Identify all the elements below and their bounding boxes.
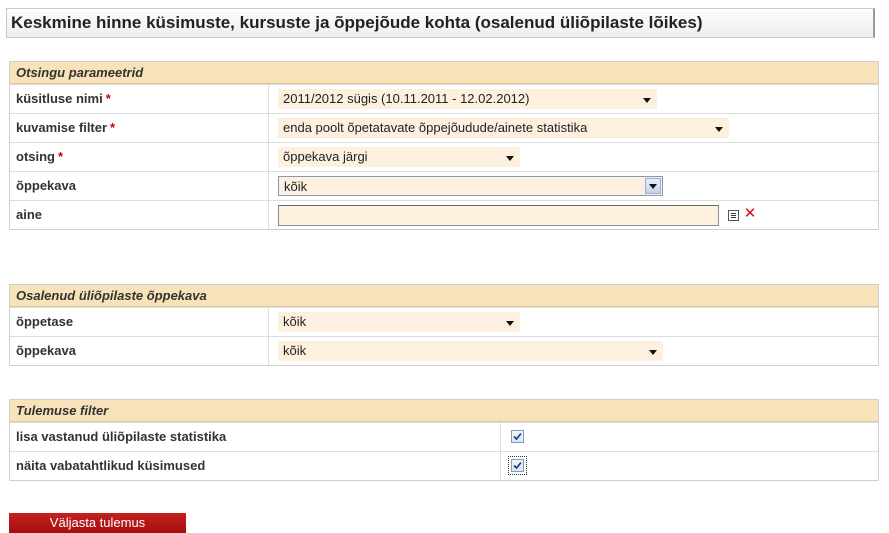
curriculum-value: kõik <box>284 179 308 194</box>
curriculum-row: õppekava kõik <box>10 171 878 200</box>
submit-button[interactable]: Väljasta tulemus <box>9 513 186 533</box>
display-filter-row: kuvamise filter * enda poolt õpetatavate … <box>10 113 878 142</box>
survey-name-value: 2011/2012 sügis (10.11.2011 - 12.02.2012… <box>283 91 530 106</box>
chevron-down-icon <box>649 350 657 355</box>
search-row: otsing * õppekava järgi <box>10 142 878 171</box>
student-curriculum-value: kõik <box>283 343 307 358</box>
dropdown-button[interactable] <box>645 178 661 194</box>
chevron-down-icon <box>649 184 657 189</box>
required-mark: * <box>105 91 111 106</box>
curriculum-label: õppekava <box>10 172 269 200</box>
required-mark: * <box>58 149 64 164</box>
study-level-row: õppetase kõik <box>10 307 878 336</box>
search-params-section: Otsingu parameetrid küsitluse nimi * 2011… <box>9 61 879 230</box>
chevron-down-icon <box>506 156 514 161</box>
add-respondent-stats-row: lisa vastanud üliõpilaste statistika <box>10 422 878 451</box>
chevron-down-icon <box>715 127 723 132</box>
show-optional-questions-checkbox[interactable] <box>508 456 527 475</box>
show-optional-questions-row: näita vabatahtlikud küsimused <box>10 451 878 480</box>
survey-name-row: küsitluse nimi * 2011/2012 sügis (10.11.2… <box>10 84 878 113</box>
search-select[interactable]: õppekava järgi <box>278 147 520 167</box>
student-curriculum-header: Osalenud üliõpilaste õppekava <box>10 285 878 307</box>
clear-x-icon[interactable]: ✕ <box>743 206 757 222</box>
display-filter-select[interactable]: enda poolt õpetatavate õppejõudude/ainet… <box>278 118 729 138</box>
search-params-header: Otsingu parameetrid <box>10 62 878 84</box>
subject-label: aine <box>10 201 269 229</box>
show-optional-questions-label: näita vabatahtlikud küsimused <box>10 452 501 480</box>
study-level-label: õppetase <box>10 308 269 336</box>
result-filter-section: Tulemuse filter lisa vastanud üliõpilast… <box>9 399 879 481</box>
chevron-down-icon <box>643 98 651 103</box>
student-curriculum-row: õppekava kõik <box>10 336 878 365</box>
curriculum-select[interactable]: kõik <box>278 176 663 196</box>
display-filter-label: kuvamise filter <box>16 120 108 135</box>
study-level-value: kõik <box>283 314 307 329</box>
student-curriculum-select[interactable]: kõik <box>278 341 663 361</box>
survey-name-label: küsitluse nimi <box>16 91 103 106</box>
list-icon[interactable] <box>728 210 739 221</box>
page-title: Keskmine hinne küsimuste, kursuste ja õp… <box>6 8 875 38</box>
subject-input[interactable] <box>278 205 719 226</box>
student-curriculum-section: Osalenud üliõpilaste õppekava õppetase k… <box>9 284 879 366</box>
search-value: õppekava järgi <box>283 149 368 164</box>
add-respondent-stats-checkbox[interactable] <box>511 430 524 443</box>
display-filter-value: enda poolt õpetatavate õppejõudude/ainet… <box>283 120 588 135</box>
study-level-select[interactable]: kõik <box>278 312 520 332</box>
student-curriculum-label: õppekava <box>10 337 269 365</box>
add-respondent-stats-label: lisa vastanud üliõpilaste statistika <box>10 423 501 451</box>
search-label: otsing <box>16 149 55 164</box>
result-filter-header: Tulemuse filter <box>10 400 878 422</box>
subject-row: aine ✕ <box>10 200 878 229</box>
chevron-down-icon <box>506 321 514 326</box>
required-mark: * <box>110 120 116 135</box>
survey-name-select[interactable]: 2011/2012 sügis (10.11.2011 - 12.02.2012… <box>278 89 657 109</box>
